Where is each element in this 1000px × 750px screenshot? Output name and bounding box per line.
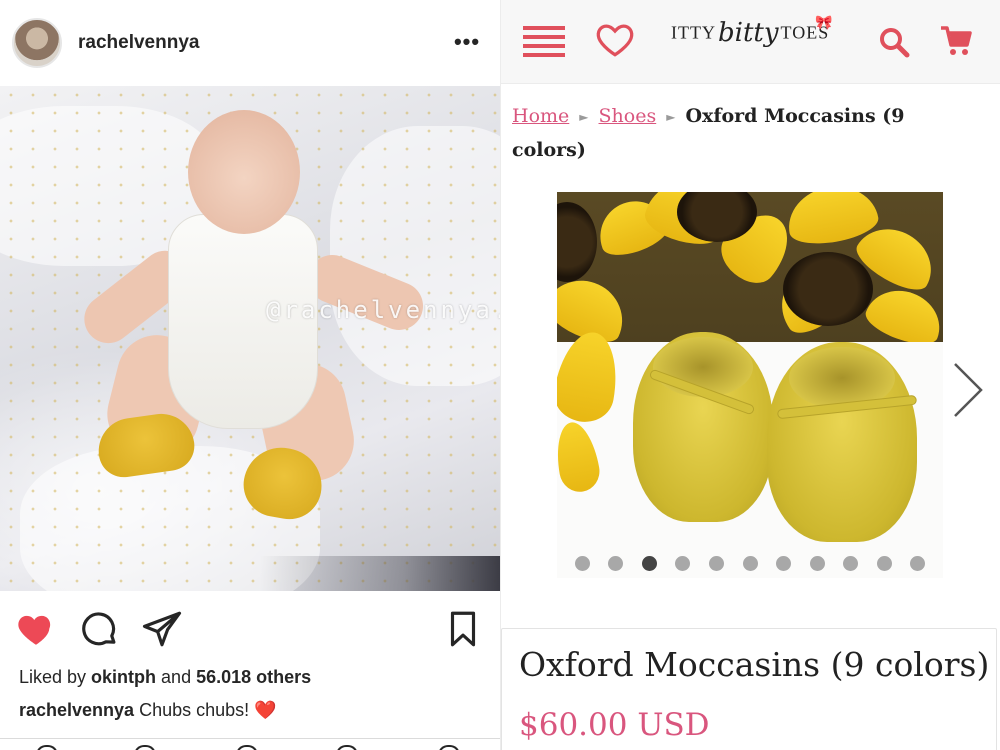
breadcrumb-home[interactable]: Home [512,105,569,127]
bow-icon: 🎀 [815,14,833,30]
photo-watermark: @rachelvennya.fashion [266,296,500,324]
caption-text: Chubs chubs! [134,700,255,720]
cart-icon[interactable] [939,24,973,58]
shop-page: ITTYbitty TOES 🎀 Home ► Shoes ► Oxford Moccas… [500,0,1000,750]
carousel-dot[interactable] [675,556,691,571]
product-title: Oxford Moccasins (9 colors) [519,645,990,684]
comment-bubble-icon[interactable] [78,608,120,650]
carousel-dot[interactable] [641,556,657,571]
carousel-dot[interactable] [708,556,724,571]
avatar[interactable] [12,18,62,68]
tab-home-icon[interactable] [36,745,58,750]
carousel-dot[interactable] [742,556,758,571]
more-dots-icon[interactable]: ••• [452,28,482,56]
heart-filled-icon[interactable] [15,608,57,650]
search-icon[interactable] [878,26,910,58]
breadcrumb-shoes[interactable]: Shoes [599,105,657,127]
caption-username[interactable]: rachelvennya [19,700,134,720]
tab-search-icon[interactable] [134,745,156,750]
tab-activity-icon[interactable] [336,745,358,750]
likes-line: Liked by okintph and 56.018 others [19,667,311,688]
post-username[interactable]: rachelvennya [78,32,199,54]
carousel-dot[interactable] [776,556,792,571]
menu-icon[interactable] [523,24,565,58]
breadcrumb: Home ► Shoes ► Oxford Moccasins (9 colors) [512,100,922,167]
carousel-dot[interactable] [608,556,624,571]
instagram-post: rachelvennya ••• @rachelvennya.fashion [0,0,500,750]
carousel-dot[interactable] [809,556,825,571]
carousel-dot[interactable] [876,556,892,571]
liked-by-user[interactable]: okintph [91,667,156,687]
post-header: rachelvennya ••• [0,0,500,86]
logo-word-itty: ITTY [671,22,716,43]
chevron-right-icon[interactable] [951,362,985,418]
breadcrumb-separator: ► [666,109,676,124]
carousel-dot[interactable] [843,556,859,571]
tab-add-icon[interactable] [236,745,258,750]
heart-emoji: ❤️ [254,700,277,720]
carousel-dot[interactable] [910,556,926,571]
product-info-card: Oxford Moccasins (9 colors) $60.00 USD [501,628,997,750]
caption-line: rachelvennya Chubs chubs! ❤️ [19,700,277,721]
likes-count[interactable]: 56.018 others [196,667,311,687]
likes-connector: and [156,667,197,687]
breadcrumb-separator: ► [579,109,589,124]
shop-navbar: ITTYbitty TOES 🎀 [501,0,1000,84]
shop-logo[interactable]: ITTYbitty TOES 🎀 [671,14,832,66]
post-actions [0,598,500,660]
carousel-dots [557,556,943,574]
bookmark-icon[interactable] [442,608,484,650]
carousel-dot[interactable] [574,556,590,571]
product-image[interactable] [557,192,943,578]
bottom-tab-bar [0,738,500,750]
breadcrumb-current: Oxford Moccasins (9 colors) [512,105,905,161]
heart-outline-icon[interactable] [595,22,635,58]
post-photo[interactable]: @rachelvennya.fashion [0,86,500,591]
tab-profile-icon[interactable] [438,745,460,750]
logo-word-bitty: bitty [717,18,779,48]
product-price: $60.00 USD [519,707,710,743]
send-paper-plane-icon[interactable] [141,608,183,650]
likes-prefix: Liked by [19,667,92,687]
